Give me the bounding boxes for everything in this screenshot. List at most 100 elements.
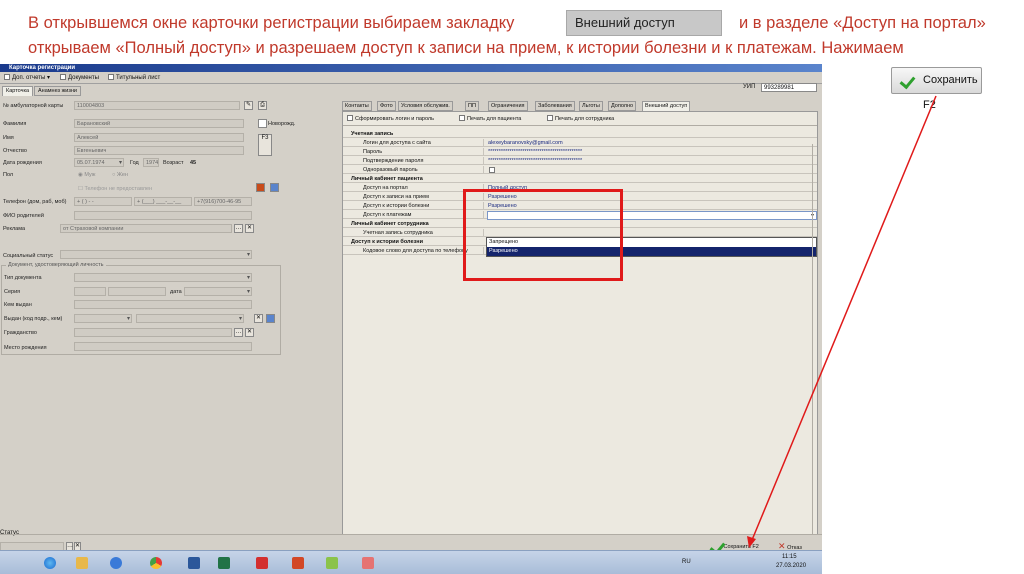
window-title: Карточка регистрации xyxy=(0,64,822,72)
tab-benefits[interactable]: Льготы xyxy=(579,101,603,111)
taskbar-excel-icon[interactable] xyxy=(212,553,236,573)
clock-date[interactable]: 27.03.2020 xyxy=(776,563,806,569)
phone-label: Телефон (дом, раб, моб) xyxy=(3,199,67,205)
report-icon xyxy=(4,74,10,80)
check-icon xyxy=(900,74,918,88)
uip-value: 993289981 xyxy=(761,83,817,92)
one-time-password-checkbox[interactable] xyxy=(489,167,495,173)
tab-additional[interactable]: Дополно xyxy=(608,101,637,111)
remove-icon[interactable]: ✕ xyxy=(254,314,263,323)
issued-by-combo[interactable] xyxy=(136,314,244,323)
taskbar-app-icon[interactable] xyxy=(356,553,380,573)
series-field[interactable] xyxy=(74,287,106,296)
grid-row-one-time-password[interactable]: Одноразовый пароль xyxy=(343,166,817,174)
tab-contacts[interactable]: Контакты xyxy=(342,101,372,111)
sex-male-radio[interactable]: ◉ Муж xyxy=(78,172,95,178)
toolbar-extra-reports[interactable]: Доп. отчеты ▾ xyxy=(4,74,50,83)
grid-row-account: Учетная запись xyxy=(343,130,817,138)
card-number-field[interactable]: 110004803 xyxy=(74,101,240,110)
year-field[interactable]: 1974 xyxy=(143,158,159,167)
tab-photo[interactable]: Фото xyxy=(377,101,396,111)
issued-code-label: Выдан (код подр., кем) xyxy=(4,316,63,322)
phone-home-field[interactable]: + ( ) - - xyxy=(74,197,132,206)
issued-code-field[interactable] xyxy=(74,314,132,323)
grid-row-password-confirm[interactable]: Подтверждение пароля *******************… xyxy=(343,157,817,165)
language-indicator[interactable]: RU xyxy=(682,559,691,565)
print-patient-button[interactable]: Печать для пациента xyxy=(459,115,521,122)
edit-icon[interactable]: ✎ xyxy=(244,101,253,110)
taskbar-powerpoint-icon[interactable] xyxy=(286,553,310,573)
issued-by-field[interactable] xyxy=(74,300,252,309)
tab-restrictions[interactable]: Ограничения xyxy=(488,101,528,111)
clock-time[interactable]: 11:15 xyxy=(782,554,797,560)
print-staff-button[interactable]: Печать для сотрудника xyxy=(547,115,614,122)
uip-label: УИП xyxy=(743,84,756,90)
phone-work-field[interactable]: + (___) ___-__-__ xyxy=(134,197,192,206)
caption-line2: открываем «Полный доступ» и разрешаем до… xyxy=(28,39,904,57)
start-button[interactable] xyxy=(38,553,62,573)
tab-card[interactable]: Карточка xyxy=(2,86,34,96)
tab-life-anamnesis[interactable]: Анамнез жизни xyxy=(34,86,81,96)
taskbar-chrome-icon[interactable] xyxy=(144,553,168,573)
scan-icon[interactable] xyxy=(266,314,275,323)
side-save-label: Сохранить F2 xyxy=(923,74,978,111)
number-field[interactable] xyxy=(108,287,166,296)
external-access-toolbar: Сформировать логин и пароль Печать для п… xyxy=(343,112,817,126)
tab-external-access[interactable]: Внешний доступ xyxy=(642,101,691,111)
social-status-field[interactable] xyxy=(60,250,252,259)
highlight-box xyxy=(463,189,623,281)
identity-document-group-title: Документ, удостоверяющий личность xyxy=(6,262,106,268)
birthplace-field[interactable] xyxy=(74,342,252,351)
external-access-tab-chip: Внешний доступ xyxy=(566,10,722,36)
taskbar-tools-icon[interactable] xyxy=(320,553,344,573)
phone-not-provided-checkbox[interactable]: ☐ Телефон не предоставлен xyxy=(78,186,152,192)
check-icon xyxy=(710,540,722,549)
tab-pp[interactable]: ПП xyxy=(465,101,479,111)
birthdate-label: Дата рождения xyxy=(3,160,42,166)
vertical-scrollbar[interactable] xyxy=(812,144,820,534)
birthdate-field[interactable]: 05.07.1974 xyxy=(74,158,124,167)
tab-service-conditions[interactable]: Условия обслужив. xyxy=(398,101,453,111)
taskbar-acrobat-icon[interactable] xyxy=(250,553,274,573)
windows-taskbar: RU 11:15 27.03.2020 xyxy=(0,550,822,574)
ad-field[interactable]: от Страховой компании xyxy=(60,224,232,233)
toolbar-title-page[interactable]: Титульный лист xyxy=(108,74,160,83)
taskbar-explorer-icon[interactable] xyxy=(70,553,94,573)
f3-button[interactable]: F3 xyxy=(258,134,272,156)
grid-row-login[interactable]: Логин для доступа с сайта alexeybaranovs… xyxy=(343,139,817,147)
doc-type-label: Тип документа xyxy=(4,275,42,281)
printer-icon xyxy=(459,115,465,121)
issue-date-field[interactable] xyxy=(184,287,252,296)
parents-field[interactable] xyxy=(74,211,252,220)
contacts-icon[interactable] xyxy=(270,183,279,192)
document-icon xyxy=(60,74,66,80)
newborn-checkbox[interactable] xyxy=(258,119,267,128)
taskbar-media-icon[interactable] xyxy=(104,553,128,573)
name-label: Имя xyxy=(3,135,14,141)
doc-type-field[interactable] xyxy=(74,273,252,282)
toolbar-documents[interactable]: Документы xyxy=(60,74,99,83)
citizenship-ellipsis-icon[interactable]: … xyxy=(234,328,243,337)
citizenship-label: Гражданство xyxy=(4,330,37,336)
citizenship-field[interactable] xyxy=(74,328,232,337)
alert-icon[interactable] xyxy=(256,183,265,192)
ellipsis-icon[interactable]: … xyxy=(234,224,243,233)
patronymic-field[interactable]: Евгеньевич xyxy=(74,146,244,155)
taskbar-word-icon[interactable] xyxy=(182,553,206,573)
phone-mobile-field[interactable]: +7(916)700-46-95 xyxy=(194,197,252,206)
citizenship-clear-icon[interactable]: ✕ xyxy=(245,328,254,337)
print-icon[interactable]: ⎙ xyxy=(258,101,267,110)
caption-line1-part1: В открывшемся окне карточки регистрации … xyxy=(28,14,515,32)
generate-credentials-button[interactable]: Сформировать логин и пароль xyxy=(347,115,434,122)
surname-field[interactable]: Барановский xyxy=(74,119,244,128)
side-save-button[interactable]: Сохранить F2 xyxy=(891,67,982,111)
year-label: Год xyxy=(130,160,139,166)
age-label: Возраст xyxy=(163,160,184,166)
external-access-panel: Сформировать логин и пароль Печать для п… xyxy=(342,111,818,535)
name-field[interactable]: Алексей xyxy=(74,133,244,142)
grid-row-password[interactable]: Пароль *********************************… xyxy=(343,148,817,156)
clear-icon[interactable]: ✕ xyxy=(245,224,254,233)
grid-row-patient-cabinet: Личный кабинет пациента xyxy=(343,175,817,183)
tab-diseases[interactable]: Заболевания xyxy=(535,101,575,111)
sex-female-radio[interactable]: ○ Жен xyxy=(112,172,128,178)
